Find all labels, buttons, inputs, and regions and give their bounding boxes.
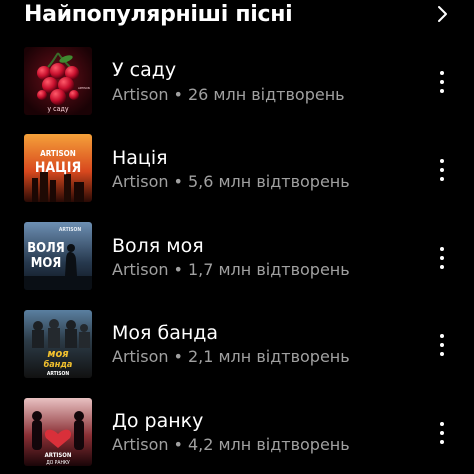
play-count: 2,1 млн відтворень xyxy=(187,347,350,366)
separator: • xyxy=(173,435,183,454)
more-vertical-icon[interactable] xyxy=(430,331,454,359)
play-count: 26 млн відтворень xyxy=(187,85,345,104)
song-meta: Artison • 4,2 млн відтворень xyxy=(112,434,350,456)
artist-name: Artison xyxy=(112,435,169,454)
song-row[interactable]: ARTISON ВОЛЯ МОЯ Воля моя Artison • 1,7 мл… xyxy=(0,212,474,292)
chevron-right-icon[interactable] xyxy=(432,4,452,24)
cover-artist: ARTISON xyxy=(59,227,82,233)
song-meta: Artison • 5,6 млн відтворень xyxy=(112,171,350,193)
cover-artist: ARTISON xyxy=(47,371,70,377)
song-title: Воля моя xyxy=(112,235,204,257)
more-vertical-icon[interactable] xyxy=(430,156,454,184)
song-meta: Artison • 1,7 млн відтворень xyxy=(112,259,350,281)
separator: • xyxy=(173,260,183,279)
play-count: 5,6 млн відтворень xyxy=(187,172,350,191)
artist-name: Artison xyxy=(112,260,169,279)
album-cover: ARTISON ДО РАНКУ xyxy=(24,398,92,466)
play-count: 1,7 млн відтворень xyxy=(187,260,350,279)
cover-artist: ARTISON xyxy=(78,86,90,90)
song-title: Нація xyxy=(112,147,168,169)
song-row[interactable]: моя банда ARTISON Моя банда Artison • 2,1 … xyxy=(0,299,474,379)
section-title: Найпопулярніші пісні xyxy=(24,2,293,27)
play-count: 4,2 млн відтворень xyxy=(187,435,350,454)
song-meta: Artison • 2,1 млн відтворень xyxy=(112,346,350,368)
song-title: У саду xyxy=(112,59,177,81)
artist-name: Artison xyxy=(112,85,169,104)
section-header: Найпопулярніші пісні xyxy=(0,0,474,34)
artist-name: Artison xyxy=(112,172,169,191)
song-row[interactable]: у саду ARTISON У саду Artison • 26 млн від… xyxy=(0,36,474,116)
cover-title-line2: банда xyxy=(44,359,73,370)
more-vertical-icon[interactable] xyxy=(430,244,454,272)
cover-title: ДО РАНКУ xyxy=(46,460,70,466)
cover-title-line1: моя xyxy=(47,347,69,360)
album-cover: моя банда ARTISON xyxy=(24,310,92,378)
separator: • xyxy=(173,172,183,191)
cover-title: у саду xyxy=(47,105,68,113)
song-title: Моя банда xyxy=(112,322,219,344)
more-vertical-icon[interactable] xyxy=(430,419,454,447)
song-title: До ранку xyxy=(112,410,204,432)
song-meta: Artison • 26 млн відтворень xyxy=(112,84,345,106)
cover-title-line2: МОЯ xyxy=(31,256,62,271)
more-vertical-icon[interactable] xyxy=(430,68,454,96)
song-row[interactable]: ARTISON НАЦІЯ Нація Artison • 5,6 млн відт… xyxy=(0,124,474,204)
cover-artist: ARTISON xyxy=(45,452,72,459)
song-row[interactable]: ARTISON ДО РАНКУ До ранку Artison • 4,2 мл… xyxy=(0,387,474,467)
separator: • xyxy=(173,85,183,104)
cover-title-line1: ВОЛЯ xyxy=(27,241,65,256)
cover-artist: ARTISON xyxy=(40,149,76,158)
album-cover: ARTISON НАЦІЯ xyxy=(24,134,92,202)
album-cover: ARTISON ВОЛЯ МОЯ xyxy=(24,222,92,290)
artist-name: Artison xyxy=(112,347,169,366)
separator: • xyxy=(173,347,183,366)
cover-title: НАЦІЯ xyxy=(35,160,81,176)
album-cover: у саду ARTISON xyxy=(24,47,92,115)
